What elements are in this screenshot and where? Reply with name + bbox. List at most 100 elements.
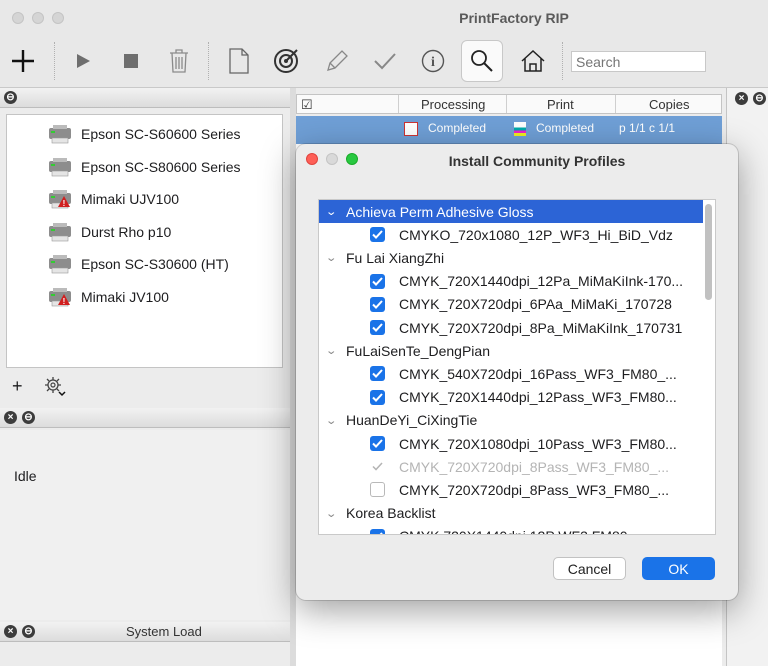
profile-group-row[interactable]: ⌄ Achieva Perm Adhesive Gloss: [319, 200, 703, 223]
close-panel-icon[interactable]: ×: [4, 625, 17, 638]
printers-panel-header: ⊖: [0, 88, 290, 108]
add-printer-button[interactable]: +: [12, 376, 23, 397]
profile-checkbox[interactable]: [370, 482, 385, 498]
cancel-button[interactable]: Cancel: [553, 557, 626, 580]
profile-item-label: CMYK 720X1440dpi 12P WF3 FM80: [399, 528, 699, 534]
profile-group-name: Fu Lai XiangZhi: [346, 249, 445, 266]
home-button[interactable]: [512, 40, 554, 82]
profile-checkbox[interactable]: [370, 273, 385, 289]
profile-group-row[interactable]: ⌄ Korea Backlist: [319, 502, 703, 525]
edit-button[interactable]: [316, 40, 358, 82]
chevron-down-icon[interactable]: ⌄: [325, 507, 341, 520]
ok-button[interactable]: OK: [642, 557, 715, 580]
printer-settings-button[interactable]: [44, 376, 68, 401]
profile-checkbox[interactable]: [370, 366, 385, 382]
play-button[interactable]: [62, 40, 104, 82]
printer-icon: [47, 254, 73, 274]
approve-button[interactable]: [364, 40, 406, 82]
printer-icon: [47, 222, 73, 242]
profile-item-row[interactable]: CMYK_720X1440dpi_12Pass_WF3_FM80...: [319, 386, 703, 409]
target-button[interactable]: [265, 40, 307, 82]
chevron-down-icon[interactable]: ⌄: [325, 414, 341, 427]
window-title: PrintFactory RIP: [459, 10, 569, 26]
printer-item[interactable]: ! Mimaki JV100: [47, 285, 169, 309]
printer-name: Epson SC-S60600 Series: [81, 126, 241, 142]
profile-group-row[interactable]: ⌄ FuLaiSenTe_DengPian: [319, 339, 703, 362]
profile-group-row[interactable]: ⌄ Fu Lai XiangZhi: [319, 246, 703, 269]
stop-button[interactable]: [110, 40, 152, 82]
close-panel-icon[interactable]: ×: [735, 92, 748, 105]
scrollbar[interactable]: [705, 204, 712, 300]
profile-checkbox[interactable]: [370, 389, 385, 405]
profile-checkbox[interactable]: [370, 296, 385, 312]
job-print-status: Completed: [536, 121, 595, 135]
svg-text:!: !: [63, 297, 66, 306]
profile-item-row[interactable]: CMYK 720X1440dpi 12P WF3 FM80: [319, 525, 703, 534]
add-icon: [12, 50, 34, 72]
profile-group-name: FuLaiSenTe_DengPian: [346, 342, 490, 359]
select-all-checkbox[interactable]: ☑: [301, 97, 313, 113]
profile-item-label: CMYK_540X720dpi_16Pass_WF3_FM80_...: [399, 365, 677, 382]
document-icon: [229, 48, 249, 74]
printer-item[interactable]: Epson SC-S80600 Series: [47, 155, 241, 179]
printer-icon: [47, 124, 73, 144]
profile-item-label: CMYK_720X1080dpi_10Pass_WF3_FM80...: [399, 435, 677, 452]
profile-item-row[interactable]: CMYK_720X1440dpi_12Pa_MiMaKiInk-170...: [319, 270, 703, 293]
chevron-down-icon[interactable]: ⌄: [325, 251, 341, 264]
profile-item-row[interactable]: CMYK_720X720dpi_8Pass_WF3_FM80_...: [319, 455, 703, 478]
printer-item[interactable]: ! Mimaki UJV100: [47, 187, 179, 211]
profile-item-row[interactable]: CMYKO_720x1080_12P_WF3_Hi_BiD_Vdz: [319, 223, 703, 246]
profiles-tree: ⌄ Achieva Perm Adhesive Gloss CMYKO_720x10…: [318, 199, 716, 535]
profile-checkbox[interactable]: [370, 227, 385, 243]
profile-item-row[interactable]: CMYK_540X720dpi_16Pass_WF3_FM80_...: [319, 362, 703, 385]
profile-checkbox[interactable]: [370, 436, 385, 451]
printer-item[interactable]: Epson SC-S60600 Series: [47, 122, 241, 146]
chevron-down-icon[interactable]: ⌄: [325, 344, 341, 357]
info-button[interactable]: i: [412, 40, 454, 82]
profile-group-name: HuanDeYi_CiXingTie: [346, 412, 478, 429]
search-input[interactable]: [571, 51, 706, 72]
profile-item-row[interactable]: CMYK_720X720dpi_6PAa_MiMaKi_170728: [319, 293, 703, 316]
add-button[interactable]: [2, 40, 44, 82]
info-icon: i: [421, 49, 445, 73]
printer-icon: [47, 157, 73, 177]
profile-item-label: CMYK_720X1440dpi_12Pa_MiMaKiInk-170...: [399, 273, 684, 290]
profile-item-label: CMYK_720X1440dpi_12Pass_WF3_FM80...: [399, 389, 677, 406]
printer-item[interactable]: Epson SC-S30600 (HT): [47, 252, 229, 276]
profile-checkbox[interactable]: [370, 528, 385, 534]
profile-item-label: CMYKO_720x1080_12P_WF3_Hi_BiD_Vdz: [399, 226, 673, 243]
printer-warning-icon: !: [47, 189, 73, 209]
detach-icon[interactable]: ⊖: [22, 411, 35, 424]
profile-group-row[interactable]: ⌄ HuanDeYi_CiXingTie: [319, 409, 703, 432]
document-button[interactable]: [218, 40, 260, 82]
printer-name: Mimaki UJV100: [81, 191, 180, 207]
profile-checkbox[interactable]: [370, 459, 385, 475]
profile-item-row[interactable]: CMYK_720X720dpi_8Pa_MiMaKiInk_170731: [319, 316, 703, 339]
status-text: Idle: [14, 468, 37, 484]
search-toolbar-button[interactable]: [461, 40, 503, 82]
column-header-processing[interactable]: Processing: [421, 97, 485, 112]
delete-button[interactable]: [158, 40, 200, 82]
column-header-copies[interactable]: Copies: [649, 97, 689, 112]
status-panel-header: × ⊖: [0, 408, 290, 428]
home-icon: [521, 49, 545, 72]
printer-warning-icon: !: [47, 287, 73, 307]
close-panel-icon[interactable]: ×: [4, 411, 17, 424]
profile-item-label: CMYK_720X720dpi_8Pa_MiMaKiInk_170731: [399, 319, 683, 336]
column-header-print[interactable]: Print: [547, 97, 574, 112]
profile-item-row[interactable]: CMYK_720X1080dpi_10Pass_WF3_FM80...: [319, 432, 703, 455]
play-icon: [77, 54, 90, 68]
printer-item[interactable]: Durst Rho p10: [47, 220, 171, 244]
profile-checkbox[interactable]: [370, 320, 385, 335]
install-profiles-dialog: Install Community Profiles ⌄ Achieva Perm…: [296, 144, 738, 600]
detach-icon[interactable]: ⊖: [753, 92, 766, 105]
dialog-title: Install Community Profiles: [448, 153, 626, 169]
gear-icon: [45, 377, 66, 397]
detach-icon[interactable]: ⊖: [4, 91, 17, 104]
title-bar: PrintFactory RIP: [0, 0, 768, 36]
chevron-down-icon[interactable]: ⌄: [325, 205, 341, 218]
job-row[interactable]: Completed Completed p 1/1 c 1/1: [296, 116, 722, 144]
profile-item-row[interactable]: CMYK_720X720dpi_8Pass_WF3_FM80_...: [319, 478, 703, 501]
detach-icon[interactable]: ⊖: [22, 625, 35, 638]
profile-item-label: CMYK_720X720dpi_8Pass_WF3_FM80_...: [399, 481, 670, 498]
